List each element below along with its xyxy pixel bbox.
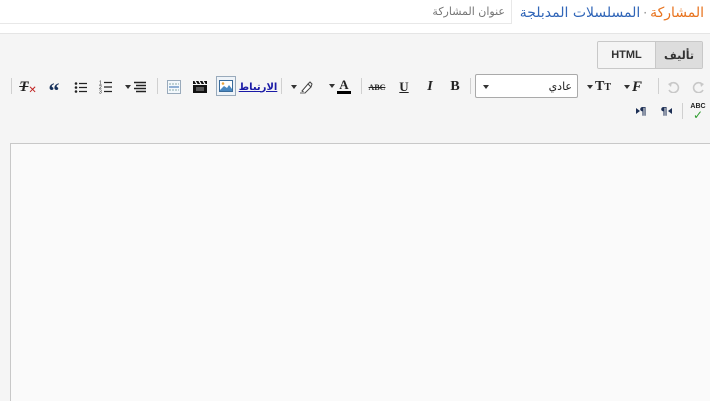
highlight-icon[interactable] (288, 77, 314, 97)
post-label: المشاركة (650, 5, 704, 21)
font-size-icon[interactable]: TT (584, 77, 612, 97)
jump-break-icon[interactable] (164, 77, 184, 97)
toolbar-separator (361, 78, 362, 94)
rtl-icon[interactable]: ¶ (656, 101, 676, 121)
breadcrumb: المسلسلات المدبلجة · المشاركة (520, 2, 704, 24)
link-button[interactable]: الارتباط (238, 77, 278, 97)
undo-icon[interactable] (664, 77, 682, 97)
toolbar-separator (658, 78, 659, 94)
spellcheck-icon[interactable]: ABC ✓ (688, 101, 708, 121)
tab-compose[interactable]: تأليف (656, 42, 702, 68)
align-icon[interactable] (121, 77, 149, 97)
ltr-icon[interactable]: ¶ (631, 101, 651, 121)
toolbar-separator (470, 78, 471, 94)
svg-text:3: 3 (99, 90, 102, 95)
breadcrumb-separator: · (643, 6, 648, 20)
quote-icon[interactable]: “ (44, 77, 64, 102)
image-icon[interactable] (216, 76, 236, 96)
toolbar-separator (682, 103, 683, 119)
redo-icon[interactable] (690, 77, 708, 97)
link-label: الارتباط (238, 81, 278, 93)
editor-area[interactable] (10, 143, 710, 401)
toolbar-separator (157, 78, 158, 94)
font-family-icon[interactable]: F (619, 77, 645, 97)
tab-html[interactable]: HTML (598, 42, 656, 68)
toolbar-separator (11, 78, 12, 94)
numbered-list-icon[interactable]: 123 (96, 77, 116, 97)
post-editor: المسلسلات المدبلجة · المشاركة تأليف HTML… (0, 0, 710, 401)
blog-name-link[interactable]: المسلسلات المدبلجة (520, 5, 641, 21)
strikethrough-icon[interactable]: ABC (367, 77, 387, 97)
font-select[interactable]: عادي (475, 74, 578, 98)
underline-icon[interactable]: U (395, 77, 413, 97)
bulleted-list-icon[interactable] (71, 77, 91, 97)
bold-icon[interactable]: B (446, 77, 464, 97)
header: المسلسلات المدبلجة · المشاركة (0, 0, 710, 34)
font-select-value: عادي (548, 79, 572, 93)
italic-icon[interactable]: I (421, 77, 439, 97)
chevron-down-icon (483, 85, 489, 89)
post-title-input[interactable] (0, 0, 512, 24)
text-color-icon[interactable]: A (325, 76, 353, 96)
video-icon[interactable] (190, 77, 210, 97)
toolbar-separator (281, 78, 282, 94)
clear-format-icon[interactable]: T ✕ (17, 77, 39, 97)
mode-tabs: تأليف HTML (597, 41, 703, 69)
